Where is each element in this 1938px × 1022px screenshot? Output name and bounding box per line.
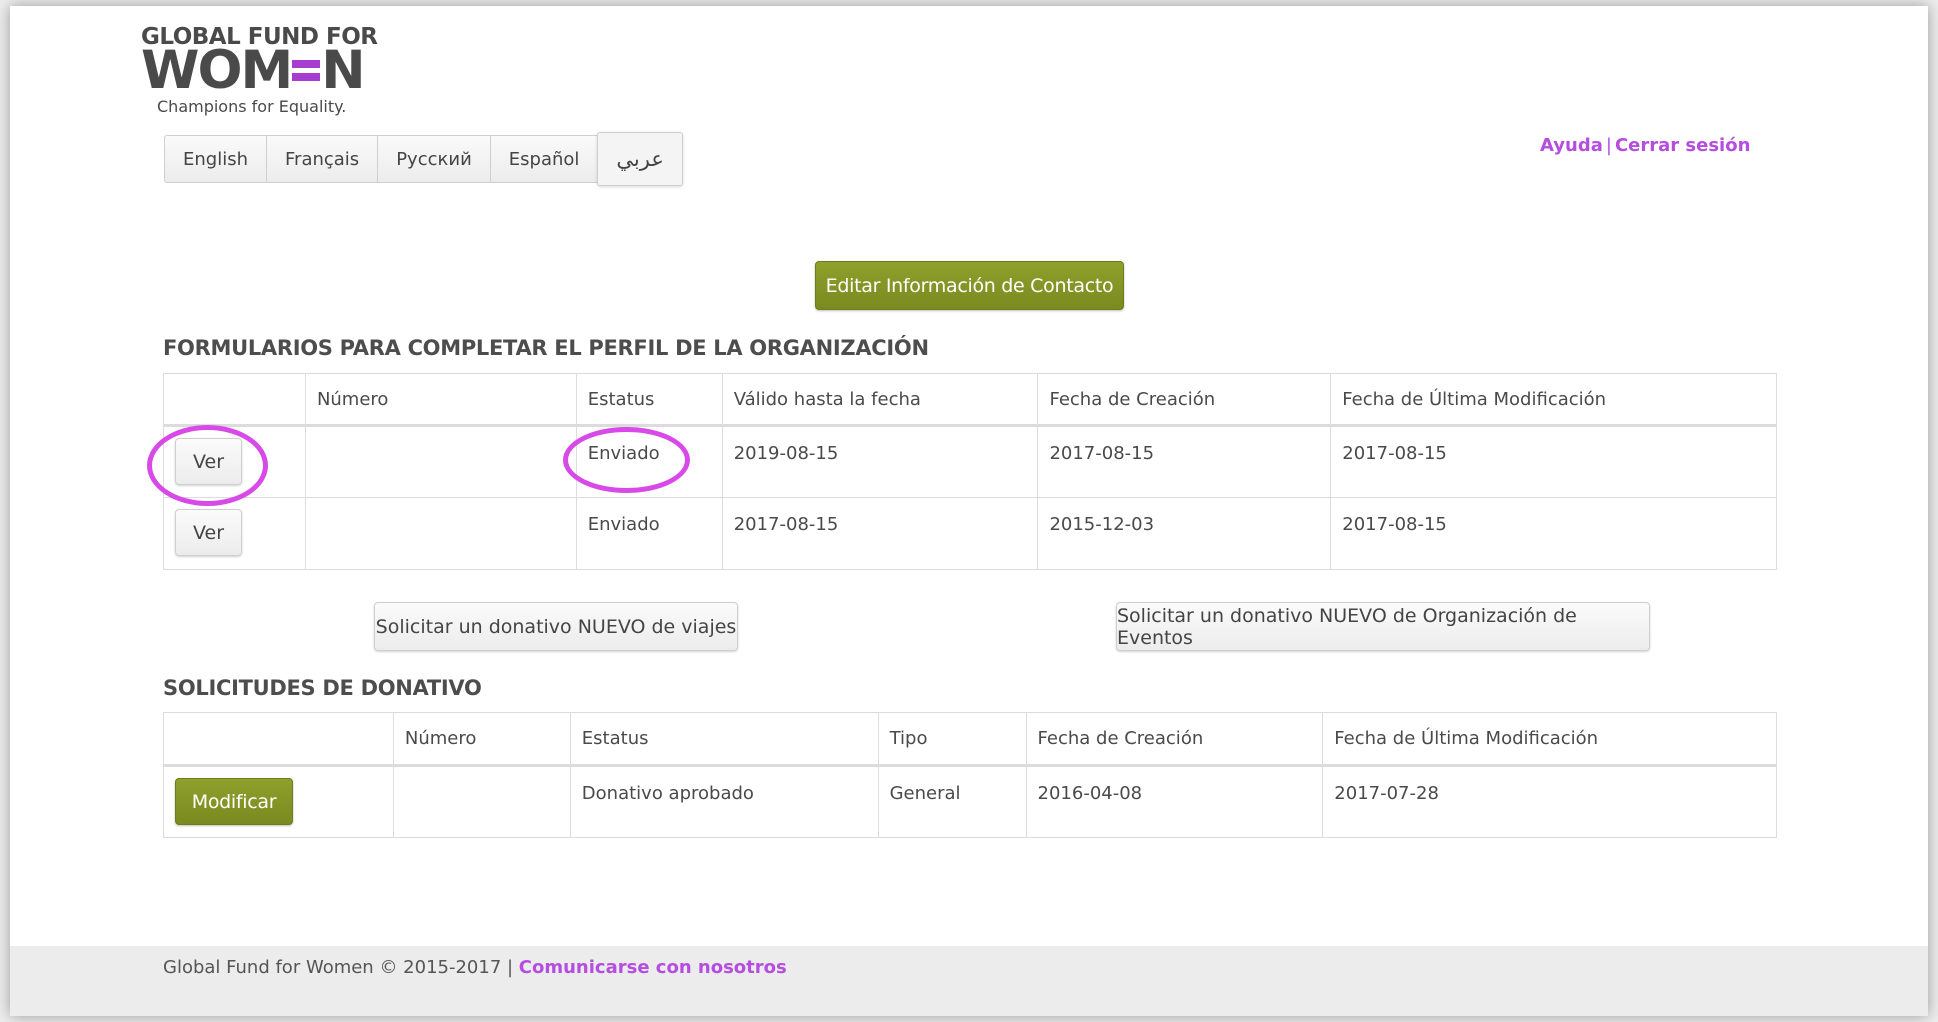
lang-button-english[interactable]: English	[164, 135, 266, 183]
estatus-cell: Enviado	[575, 497, 723, 570]
lang-button-russian[interactable]: Русский	[377, 135, 490, 183]
header-cell: Estatus	[569, 712, 879, 766]
creacion-cell: 2016-04-08	[1025, 765, 1324, 838]
action-cell: Ver	[163, 425, 306, 498]
header-cell: Número	[304, 373, 577, 426]
creacion-cell: 2015-12-03	[1037, 497, 1332, 570]
request-travel-grant-button[interactable]: Solicitar un donativo NUEVO de viajes	[374, 602, 738, 651]
header-cell	[163, 712, 394, 766]
lang-button-french[interactable]: Français	[266, 135, 378, 183]
edit-contact-button[interactable]: Editar Información de Contacto	[815, 261, 1124, 310]
numero-value	[405, 767, 559, 783]
table-header-row: Número Estatus Tipo Fecha de Creación Fe…	[163, 712, 1777, 766]
estatus-value: Enviado	[587, 443, 660, 464]
header-cell: Tipo	[877, 712, 1027, 766]
lang-button-spanish[interactable]: Español	[489, 135, 598, 183]
header-cell: Número	[392, 712, 571, 766]
language-switcher: English Français Русский Español عربي	[164, 132, 683, 186]
estatus-value: Donativo aprobado	[581, 783, 754, 804]
logo-line2-left: WOM	[141, 40, 293, 101]
request-events-grant-button[interactable]: Solicitar un donativo NUEVO de Organizac…	[1116, 602, 1650, 651]
header-cell: Válido hasta la fecha	[721, 373, 1039, 426]
view-button[interactable]: Ver	[175, 438, 242, 485]
valido-value: 2019-08-15	[733, 443, 839, 464]
grant-requests-table: Número Estatus Tipo Fecha de Creación Fe…	[163, 712, 1777, 838]
action-cell: Modificar	[163, 765, 394, 838]
page: GLOBAL FUND FOR WOM N Champions for Equal…	[10, 6, 1928, 1016]
numero-cell	[392, 765, 571, 838]
top-links-separator: |	[1605, 135, 1612, 156]
creacion-value: 2015-12-03	[1049, 514, 1155, 535]
modificacion-value: 2017-08-15	[1342, 514, 1447, 535]
contact-link[interactable]: Comunicarse con nosotros	[519, 957, 787, 978]
modificacion-cell: 2017-08-15	[1330, 497, 1777, 570]
table-row: Ver Enviado 2017-08-15 2015-12-03 2017-0…	[163, 497, 1777, 570]
profile-forms-title: FORMULARIOS PARA COMPLETAR EL PERFIL DE …	[163, 336, 929, 360]
view-button[interactable]: Ver	[175, 509, 242, 556]
logo-wordmark: WOM N	[141, 40, 366, 101]
header-cell: Estatus	[575, 373, 723, 426]
estatus-cell: Donativo aprobado	[569, 765, 879, 838]
estatus-cell: Enviado	[575, 425, 723, 498]
numero-value	[317, 427, 565, 443]
logo-equals-icon	[292, 55, 321, 86]
estatus-value: Enviado	[587, 514, 660, 535]
creacion-cell: 2017-08-15	[1037, 425, 1332, 498]
action-cell: Ver	[163, 497, 306, 570]
footer-text-wrap: Global Fund for Women © 2015-2017 | Comu…	[163, 957, 787, 978]
modificacion-cell: 2017-07-28	[1322, 765, 1777, 838]
table-row: Modificar Donativo aprobado General 2016…	[163, 765, 1777, 838]
help-link[interactable]: Ayuda	[1540, 135, 1603, 156]
tipo-cell: General	[877, 765, 1027, 838]
logout-link[interactable]: Cerrar sesión	[1615, 135, 1750, 156]
table-row: Ver Enviado 2019-08-15 2017-08-15 2017-0…	[163, 425, 1777, 498]
numero-value	[317, 498, 565, 514]
numero-cell	[304, 497, 577, 570]
valido-cell: 2017-08-15	[721, 497, 1039, 570]
modificacion-value: 2017-07-28	[1334, 783, 1439, 804]
lang-button-arabic[interactable]: عربي	[597, 132, 683, 186]
valido-value: 2017-08-15	[733, 514, 839, 535]
header-cell: Fecha de Creación	[1037, 373, 1332, 426]
logo-line2-right: N	[321, 40, 365, 101]
modificacion-value: 2017-08-15	[1342, 443, 1447, 464]
header-cell: Fecha de Última Modificación	[1330, 373, 1777, 426]
table-header-row: Número Estatus Válido hasta la fecha Fec…	[163, 373, 1777, 426]
creacion-value: 2016-04-08	[1037, 783, 1143, 804]
top-links: Ayuda | Cerrar sesión	[1540, 135, 1750, 156]
footer-copyright: Global Fund for Women © 2015-2017 |	[163, 957, 519, 978]
profile-forms-table: Número Estatus Válido hasta la fecha Fec…	[163, 373, 1777, 570]
modify-button[interactable]: Modificar	[175, 778, 293, 825]
header-cell	[163, 373, 306, 426]
tipo-value: General	[889, 783, 961, 804]
creacion-value: 2017-08-15	[1049, 443, 1155, 464]
grant-requests-title: SOLICITUDES DE DONATIVO	[163, 676, 482, 700]
logo-tagline: Champions for Equality.	[157, 97, 347, 116]
modificacion-cell: 2017-08-15	[1330, 425, 1777, 498]
numero-cell	[304, 425, 577, 498]
header-cell: Fecha de Creación	[1025, 712, 1324, 766]
header-cell: Fecha de Última Modificación	[1322, 712, 1777, 766]
valido-cell: 2019-08-15	[721, 425, 1039, 498]
